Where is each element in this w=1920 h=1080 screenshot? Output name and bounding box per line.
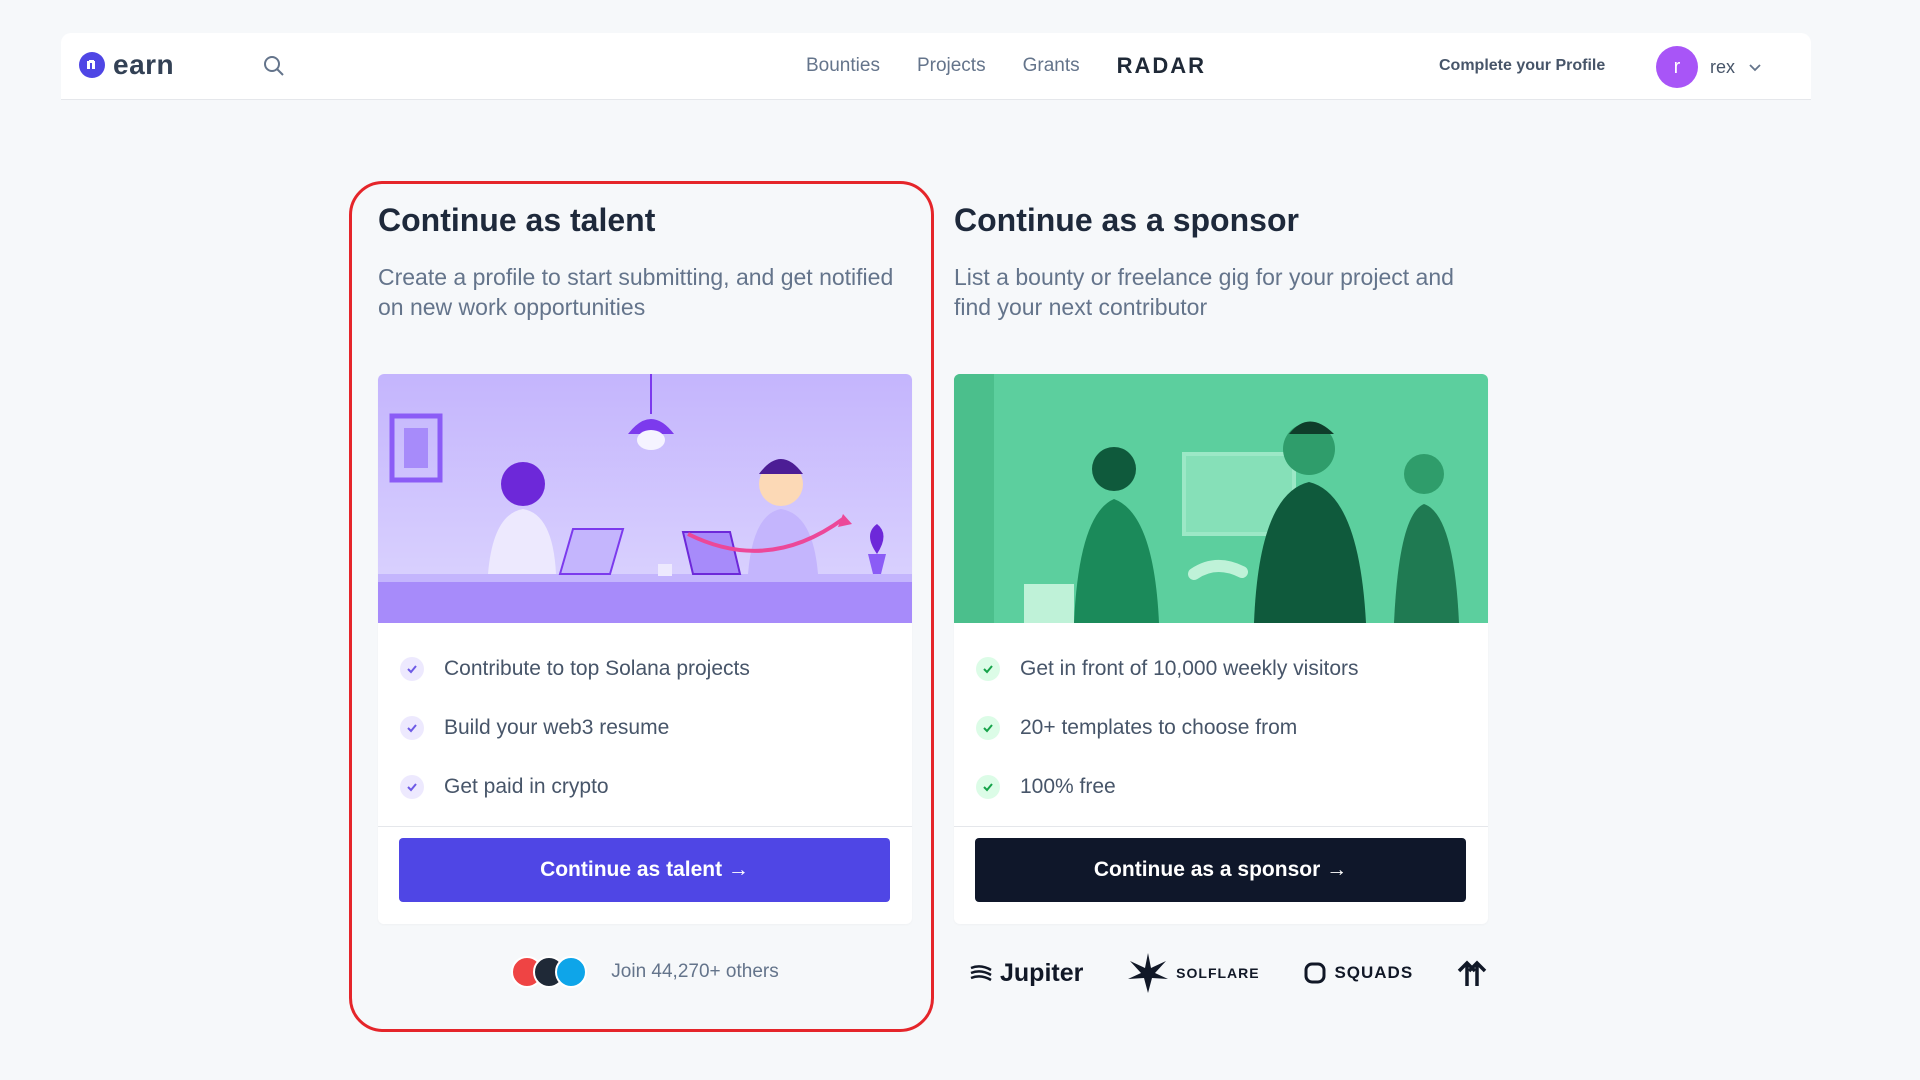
jupiter-icon bbox=[970, 965, 992, 982]
nav-bounties[interactable]: Bounties bbox=[806, 55, 880, 77]
check-icon bbox=[400, 715, 424, 740]
talent-section: Continue as talent Create a profile to s… bbox=[378, 200, 912, 988]
benefit-text: Contribute to top Solana projects bbox=[444, 656, 750, 680]
arrow-brand-icon bbox=[1457, 960, 1487, 986]
list-item: Get in front of 10,000 weekly visitors bbox=[976, 639, 1466, 698]
avatar: r bbox=[1656, 46, 1698, 88]
check-icon bbox=[400, 656, 424, 681]
arrow-brand-logo bbox=[1456, 957, 1488, 989]
squads-logo: SQUADS bbox=[1302, 960, 1413, 986]
talent-title: Continue as talent bbox=[378, 202, 656, 238]
sponsor-illustration bbox=[954, 374, 1488, 623]
list-item: Contribute to top Solana projects bbox=[400, 639, 890, 698]
talent-subtitle: Create a profile to start submitting, an… bbox=[378, 264, 894, 320]
username: rex bbox=[1710, 56, 1736, 77]
check-icon bbox=[976, 774, 1000, 799]
check-icon bbox=[400, 774, 424, 799]
sponsor-subtitle: List a bounty or freelance gig for your … bbox=[954, 264, 1454, 320]
earn-logo[interactable]: earn bbox=[79, 47, 174, 83]
squads-icon bbox=[1304, 962, 1326, 984]
benefit-text: Build your web3 resume bbox=[444, 715, 670, 739]
sponsor-logos: Jupiter SOLFLARE SQUADS bbox=[968, 952, 1488, 994]
search-icon[interactable] bbox=[259, 51, 289, 81]
solflare-label: SOLFLARE bbox=[1176, 965, 1260, 981]
check-icon bbox=[976, 715, 1000, 740]
list-item: 100% free bbox=[976, 757, 1466, 816]
solflare-icon bbox=[1128, 953, 1169, 993]
logo-mark-icon bbox=[79, 52, 105, 78]
nav-projects[interactable]: Projects bbox=[917, 55, 986, 77]
squads-label: SQUADS bbox=[1334, 963, 1414, 982]
sponsor-title: Continue as a sponsor bbox=[954, 202, 1299, 238]
list-item: 20+ templates to choose from bbox=[976, 698, 1466, 757]
talent-benefits: Contribute to top Solana projects Build … bbox=[378, 623, 912, 827]
avatar-stack bbox=[511, 956, 588, 988]
avatar bbox=[555, 956, 588, 988]
benefit-text: Get in front of 10,000 weekly visitors bbox=[1020, 656, 1359, 680]
benefit-text: Get paid in crypto bbox=[444, 774, 609, 798]
social-proof: Join 44,270+ others bbox=[378, 951, 912, 993]
solflare-logo: SOLFLARE bbox=[1126, 951, 1259, 995]
continue-as-sponsor-button[interactable]: Continue as a sponsor → bbox=[975, 838, 1466, 902]
list-item: Get paid in crypto bbox=[400, 757, 890, 816]
nav-radar[interactable]: RADAR bbox=[1117, 53, 1206, 79]
jupiter-label: Jupiter bbox=[1000, 958, 1084, 987]
main-nav: Bounties Projects Grants RADAR bbox=[806, 33, 1206, 99]
nav-grants[interactable]: Grants bbox=[1023, 55, 1080, 77]
sponsor-benefits: Get in front of 10,000 weekly visitors 2… bbox=[954, 623, 1488, 827]
benefit-text: 20+ templates to choose from bbox=[1020, 715, 1298, 739]
benefit-text: 100% free bbox=[1020, 774, 1116, 798]
list-item: Build your web3 resume bbox=[400, 698, 890, 757]
talent-illustration bbox=[378, 374, 912, 623]
complete-profile-link[interactable]: Complete your Profile bbox=[1439, 33, 1605, 99]
check-icon bbox=[976, 656, 1000, 681]
top-navbar: earn Bounties Projects Grants RADAR Comp… bbox=[61, 33, 1811, 100]
join-count: Join 44,270+ others bbox=[611, 961, 779, 982]
talent-card: Contribute to top Solana projects Build … bbox=[378, 374, 912, 924]
logo-text: earn bbox=[113, 49, 175, 80]
user-menu[interactable]: r rex bbox=[1656, 46, 1763, 88]
continue-as-talent-button[interactable]: Continue as talent → bbox=[399, 838, 890, 902]
jupiter-logo: Jupiter bbox=[968, 959, 1083, 988]
sponsor-card: Get in front of 10,000 weekly visitors 2… bbox=[954, 374, 1488, 924]
sponsor-section: Continue as a sponsor List a bounty or f… bbox=[954, 200, 1488, 993]
chevron-down-icon bbox=[1749, 64, 1761, 72]
